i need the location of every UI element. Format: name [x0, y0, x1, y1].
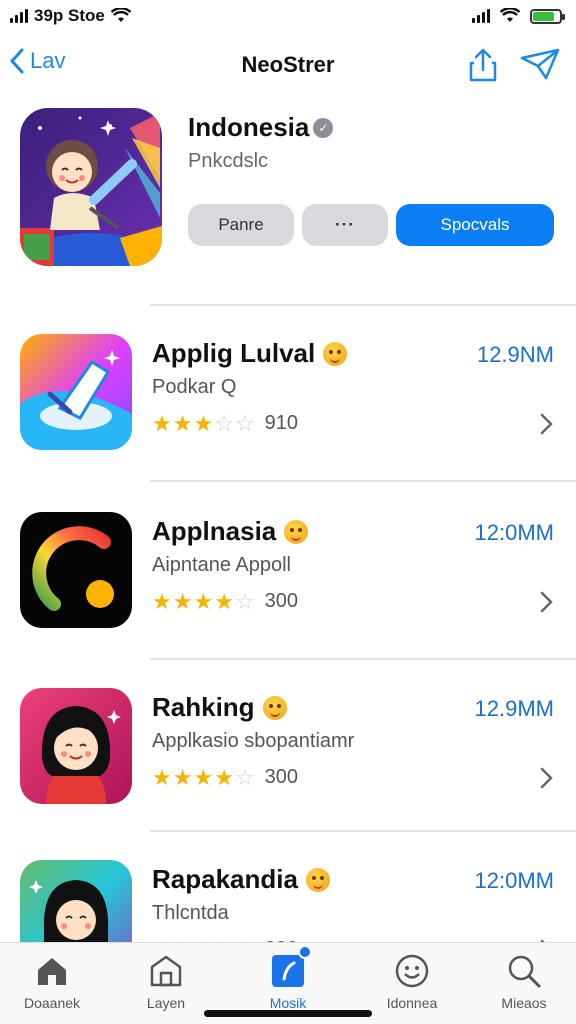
- tab-mosik[interactable]: Mosik: [240, 945, 336, 1011]
- featured-app-title: Indonesia ✓: [188, 112, 334, 143]
- star-empty-icon: ☆: [214, 410, 234, 436]
- cellular-signal-icon: [10, 9, 28, 23]
- tab-label: Mieaos: [501, 995, 547, 1011]
- divider: [150, 830, 576, 832]
- star-filled-icon: ★: [193, 410, 214, 436]
- app-rating: ★ ★ ★ ★ ☆ 300: [152, 766, 298, 789]
- search-icon: [506, 953, 542, 989]
- star-filled-icon: ★: [193, 764, 214, 790]
- tab-mieaos[interactable]: Mieaos: [476, 953, 572, 1011]
- status-left: 39p Stoe: [10, 6, 131, 26]
- star-rating-icon: ★★★★☆: [152, 588, 255, 614]
- store-icon: [148, 953, 184, 989]
- star-empty-icon: ☆: [234, 410, 255, 436]
- app-rating: ★ ★ ★ ☆ ☆ 910: [152, 412, 298, 435]
- star-rating-icon: ★★★★☆: [152, 764, 255, 790]
- app-subtitle: Podkar Q: [152, 376, 237, 398]
- notification-badge: [298, 945, 312, 959]
- tab-doaanek[interactable]: Doaanek: [4, 953, 100, 1011]
- smiley-emoji-icon: [262, 695, 287, 720]
- app-subtitle: Applkasio sbopantiamr: [152, 730, 355, 752]
- send-button[interactable]: [520, 48, 560, 85]
- carrier-label: 39p Stoe: [34, 6, 105, 25]
- navigation-bar: Lav NeoStrer: [0, 40, 576, 92]
- star-filled-icon: ★: [172, 764, 193, 790]
- cellular-signal-icon: [472, 9, 490, 23]
- divider: [150, 480, 576, 482]
- smiley-icon: [394, 953, 430, 989]
- tab-label: Mosik: [269, 995, 307, 1011]
- gauge-app-icon: [20, 512, 132, 628]
- girl-avatar-app-icon: [20, 688, 132, 804]
- tab-layen[interactable]: Layen: [118, 953, 214, 1011]
- tab-label: Doaanek: [23, 995, 81, 1011]
- app-size: 12.9NM: [476, 342, 554, 367]
- tab-label: Idonnea: [386, 995, 438, 1011]
- status-right: [472, 8, 565, 24]
- star-filled-icon: ★: [152, 588, 172, 614]
- app-name: Rahking: [152, 692, 287, 723]
- smiley-emoji-icon: [284, 519, 309, 544]
- star-filled-icon: ★: [172, 410, 193, 436]
- girl-with-telescope-illustration: [20, 108, 162, 266]
- star-empty-icon: ☆: [234, 588, 255, 614]
- divider: [150, 658, 576, 660]
- star-filled-icon: ★: [193, 588, 214, 614]
- app-size: 12:0MM: [474, 868, 554, 893]
- app-name: Applnasia: [152, 516, 309, 547]
- share-icon: [469, 48, 497, 82]
- list-item-app-1[interactable]: Applig Lulval 12.9NM Podkar Q ★ ★ ★ ☆ ☆ 910: [0, 334, 576, 504]
- star-filled-icon: ★: [152, 764, 172, 790]
- chevron-right-icon: [540, 767, 553, 789]
- app-name: Applig Lulval: [152, 338, 348, 369]
- list-item-app-2[interactable]: Applnasia 12:0MM Aipntane Appoll ★ ★ ★ ★ ☆ 3…: [0, 512, 576, 682]
- featured-app-subtitle: Pnkcdslc: [188, 150, 269, 172]
- verified-badge-icon: ✓: [313, 117, 334, 138]
- more-button[interactable]: ···: [302, 204, 388, 246]
- rating-count: 300: [264, 590, 299, 612]
- app-subtitle: Thlcntda: [152, 902, 229, 924]
- chevron-right-icon: [540, 591, 553, 613]
- divider: [150, 304, 576, 306]
- wifi-icon: [110, 8, 131, 22]
- list-item-app-3[interactable]: Rahking 12.9MM Applkasio sbopantiamr ★ ★ ★…: [0, 688, 576, 858]
- status-bar: 39p Stoe: [0, 0, 576, 34]
- app-name-text: Applnasia: [152, 516, 277, 546]
- chevron-right-icon: [540, 413, 553, 435]
- paper-plane-icon: [520, 48, 560, 80]
- app-name-text: Rahking: [152, 692, 255, 722]
- app-subtitle: Aipntane Appoll: [152, 554, 292, 576]
- share-button[interactable]: [468, 48, 498, 87]
- spocvals-button[interactable]: Spocvals: [396, 204, 554, 246]
- panre-button[interactable]: Panre: [188, 204, 294, 246]
- app-name-text: Applig Lulval: [152, 338, 316, 368]
- apps-icon: [270, 945, 312, 989]
- battery-icon: [530, 8, 565, 24]
- app-name: Rapakandia: [152, 864, 330, 895]
- featured-app-icon[interactable]: [20, 108, 162, 266]
- smiley-emoji-icon: [305, 867, 330, 892]
- app-name-text: Rapakandia: [152, 864, 298, 894]
- star-filled-icon: ★: [214, 764, 234, 790]
- star-empty-icon: ☆: [234, 764, 255, 790]
- app-size: 12:0MM: [474, 520, 554, 545]
- app-size: 12.9MM: [474, 696, 554, 721]
- star-filled-icon: ★: [172, 588, 193, 614]
- wifi-icon: [500, 8, 520, 22]
- smiley-emoji-icon: [323, 341, 348, 366]
- tab-idonnea[interactable]: Idonnea: [364, 953, 460, 1011]
- star-filled-icon: ★: [214, 588, 234, 614]
- rating-count: 300: [264, 766, 299, 788]
- star-rating-icon: ★ ★ ★ ☆ ☆: [152, 410, 255, 436]
- home-indicator: [204, 1010, 372, 1017]
- paint-brush-app-icon: [20, 334, 132, 450]
- tab-label: Layen: [146, 995, 186, 1011]
- featured-app-title-text: Indonesia: [188, 112, 310, 142]
- app-rating: ★ ★ ★ ★ ☆ 300: [152, 590, 298, 613]
- home-icon: [34, 953, 70, 989]
- rating-count: 910: [264, 412, 299, 434]
- star-filled-icon: ★: [152, 410, 172, 436]
